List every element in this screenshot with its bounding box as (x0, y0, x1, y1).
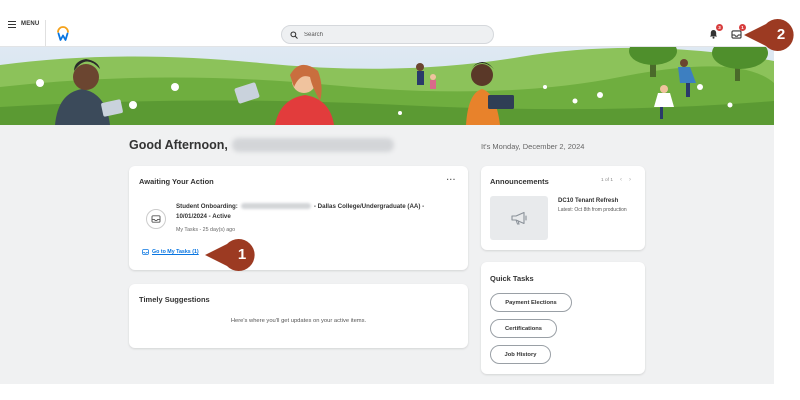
timely-suggestions-card: Timely Suggestions Here's where you'll g… (129, 284, 468, 348)
go-to-my-tasks-link[interactable]: Go to My Tasks (1) (142, 249, 199, 255)
task-title[interactable]: Student Onboarding: - Dallas College/Unde… (176, 202, 451, 222)
announcements-title: Announcements (490, 177, 549, 186)
task-inbox-icon (146, 209, 166, 229)
current-date: It's Monday, December 2, 2024 (481, 142, 585, 151)
search-input[interactable] (304, 31, 474, 38)
workday-home: MENU 3 1 (0, 0, 774, 384)
pager-prev-icon[interactable]: ‹ (620, 177, 622, 183)
announcement-title[interactable]: DC10 Tenant Refresh (558, 198, 618, 204)
workday-logo[interactable] (55, 26, 71, 42)
bell-icon (709, 29, 717, 39)
inbox-icon (730, 29, 742, 39)
quick-tasks-title: Quick Tasks (490, 274, 534, 283)
inbox-icon (142, 249, 149, 255)
more-options-button[interactable]: ··· (447, 176, 457, 184)
pager-count: 1 of 1 (600, 177, 613, 183)
awaiting-action-card: Awaiting Your Action ··· Student Onboard… (129, 166, 468, 270)
notifications-badge: 3 (716, 24, 723, 31)
task-meta: My Tasks - 25 day(s) ago (176, 227, 236, 233)
announcements-card: Announcements 1 of 1 ‹ › DC10 Tenant Ref… (481, 166, 645, 250)
announcements-pager: 1 of 1 ‹ › (601, 177, 631, 183)
announcement-subtitle: Latest: Oct 8th from production (558, 207, 627, 213)
top-bar: MENU 3 1 (0, 0, 774, 47)
payment-elections-button[interactable]: Payment Elections (490, 293, 572, 312)
redacted-user-name (231, 138, 394, 152)
megaphone-icon (511, 211, 527, 225)
greeting: Good Afternoon, (129, 138, 394, 152)
timely-suggestions-message: Here's where you'll get updates on your … (230, 318, 367, 324)
callout-1: 1 (205, 238, 263, 272)
notifications-button[interactable]: 3 (706, 24, 723, 41)
search-icon (290, 30, 298, 39)
search-bar[interactable] (281, 25, 494, 44)
job-history-button[interactable]: Job History (490, 345, 551, 364)
awaiting-action-title: Awaiting Your Action (139, 177, 214, 186)
pager-next-icon[interactable]: › (629, 177, 631, 183)
divider (45, 20, 46, 46)
go-to-my-tasks-label: Go to My Tasks (1) (152, 249, 199, 255)
greeting-text: Good Afternoon, (129, 138, 228, 152)
quick-tasks-card: Quick Tasks Payment Elections Certificat… (481, 262, 645, 374)
task-title-prefix: Student Onboarding: (176, 203, 238, 210)
callout-2-number: 2 (776, 26, 786, 43)
callout-1-number: 1 (237, 246, 247, 263)
menu-button[interactable]: MENU (8, 17, 39, 31)
banner-illustration (0, 47, 774, 125)
inbox-button[interactable]: 1 (729, 24, 746, 41)
certifications-button[interactable]: Certifications (490, 319, 557, 338)
announcement-thumbnail[interactable] (490, 196, 548, 240)
timely-suggestions-title: Timely Suggestions (139, 295, 210, 304)
menu-label: MENU (21, 21, 40, 27)
redacted-student-name (240, 203, 311, 210)
callout-2: 2 (744, 18, 800, 52)
hamburger-icon (8, 20, 16, 28)
